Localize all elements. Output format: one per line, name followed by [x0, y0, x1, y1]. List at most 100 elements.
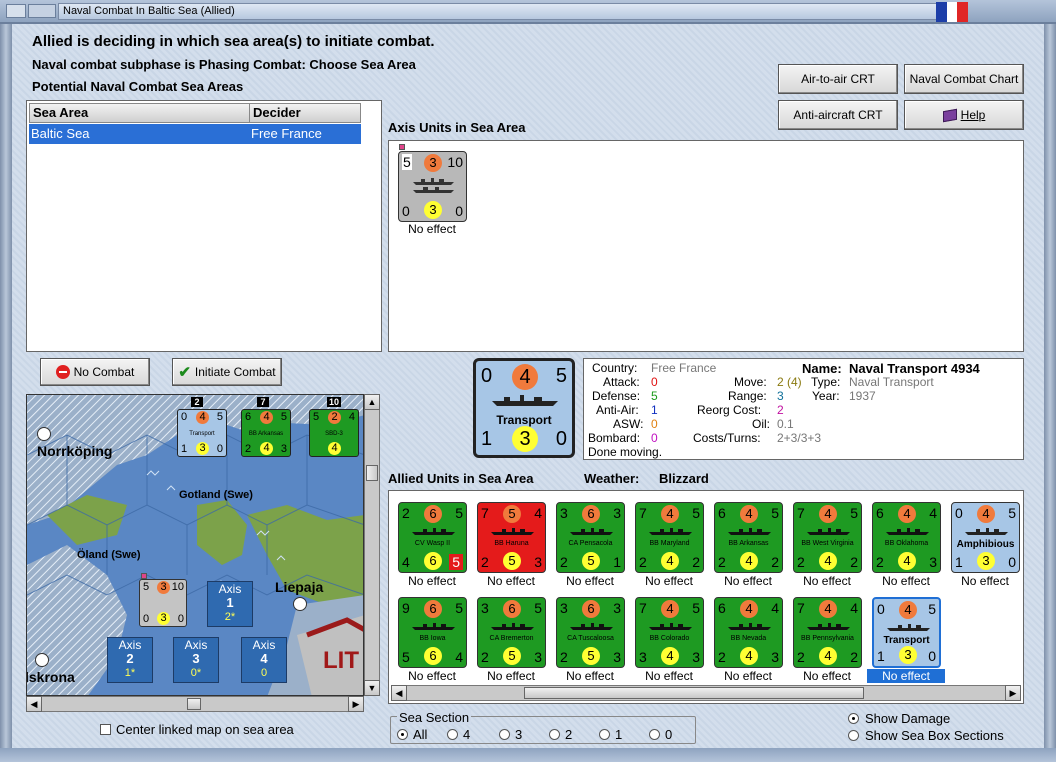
map-horizontal-scrollbar[interactable]: ◀ ▶ [26, 696, 364, 712]
show-damage-radio[interactable]: Show Damage [848, 711, 950, 726]
selected-unit-counter: 0 4 5 Transport 1 3 0 [473, 358, 575, 458]
stack-count: 10 [327, 397, 341, 407]
unit-name: CA Tuscaloosa [567, 635, 614, 642]
allied-units-scrollbar[interactable]: ◀ ▶ [391, 685, 1021, 701]
sea-section-radio-all[interactable]: All [397, 727, 427, 742]
unit-effect: No effect [803, 574, 851, 588]
allied-unit-counter[interactable]: 3 6 5 CA Bremerton 2 5 3 [477, 597, 546, 668]
defense-value: 5 [651, 389, 658, 403]
unit-effect: No effect [487, 574, 535, 588]
scroll-right-button[interactable]: ▶ [1005, 685, 1021, 701]
allied-unit-counter[interactable]: 7 4 5 BB Colorado 3 4 3 [635, 597, 704, 668]
allied-unit-counter[interactable]: 3 6 3 CA Tuscaloosa 2 5 3 [556, 597, 625, 668]
allied-unit-counter[interactable]: 6 4 4 BB Nevada 2 4 3 [714, 597, 783, 668]
allied-unit-counter[interactable]: 7 4 5 BB West Virginia 2 4 2 [793, 502, 862, 573]
allied-unit-counter[interactable]: 9 6 5 BB Iowa 5 6 4 [398, 597, 467, 668]
sea-section-radio-3[interactable]: 3 [499, 727, 522, 742]
unit-effect: No effect [803, 669, 851, 683]
bombard-value: 0 [651, 431, 658, 445]
map-unit-counter[interactable]: 6 4 5 BB Arkansas 2 4 3 [241, 409, 291, 457]
unit-effect: No effect [487, 669, 535, 683]
ship-silhouette-icon [412, 623, 455, 630]
unit-name: Amphibious [956, 539, 1015, 550]
col-header-sea-area[interactable]: Sea Area [29, 103, 251, 123]
scroll-thumb[interactable] [187, 698, 201, 710]
axis-sea-box[interactable]: Axis 4 0 [241, 637, 287, 683]
ship-silhouette-icon [887, 624, 930, 631]
place-norrkoping: Norrköping [37, 443, 113, 459]
anti-aircraft-crt-button[interactable]: Anti-aircraft CRT [778, 100, 898, 130]
weather-value: Blizzard [659, 471, 709, 486]
unit-name: BB Nevada [730, 635, 767, 642]
allied-unit-counter[interactable]: 0 4 5 Amphibious 1 3 0 [951, 502, 1020, 573]
ship-silhouette-icon [965, 528, 1008, 535]
scroll-up-button[interactable]: ▲ [364, 394, 380, 410]
allied-unit-counter[interactable]: 7 4 4 BB Pennsylvania 2 4 2 [793, 597, 862, 668]
air-to-air-crt-button[interactable]: Air-to-air CRT [778, 64, 898, 94]
unit-effect: No effect [566, 669, 614, 683]
minimize-icon[interactable] [28, 4, 56, 18]
help-button[interactable]: Help [904, 100, 1024, 130]
map-vertical-scrollbar[interactable]: ▲ ▼ [364, 394, 380, 696]
radio-icon [599, 729, 610, 740]
allied-unit-counter[interactable]: 6 4 4 BB Oklahoma 2 4 3 [872, 502, 941, 573]
map-axis-counter[interactable]: 5 3 10 0 3 0 [139, 579, 187, 627]
radio-icon [447, 729, 458, 740]
allied-unit-counter[interactable]: 7 4 5 BB Maryland 2 4 2 [635, 502, 704, 573]
type-value: Naval Transport [849, 375, 934, 389]
axis-sea-box[interactable]: Axis 3 0* [173, 637, 219, 683]
marker-icon [399, 144, 405, 150]
ship-silhouette-icon [491, 623, 534, 630]
stack-count: 2 [191, 397, 203, 407]
scroll-right-button[interactable]: ▶ [348, 696, 364, 712]
axis-units-title: Axis Units in Sea Area [388, 120, 526, 135]
system-menu-icon[interactable] [6, 4, 26, 18]
unit-effect: No effect [645, 669, 693, 683]
place-gotland: Gotland (Swe) [179, 489, 253, 501]
show-sea-box-sections-radio[interactable]: Show Sea Box Sections [848, 728, 1004, 743]
center-linked-map-checkbox[interactable]: Center linked map on sea area [100, 722, 294, 737]
unit-name: BB Arkansas [728, 540, 769, 547]
sea-section-radio-2[interactable]: 2 [549, 727, 572, 742]
axis-unit-effect: No effect [408, 222, 456, 236]
sea-section-group: Sea Section All 4 3 2 1 0 [390, 710, 696, 744]
allied-unit-counter[interactable]: 3 6 3 CA Pensacola 2 5 1 [556, 502, 625, 573]
axis-sea-box[interactable]: Axis 1 2* [207, 581, 253, 627]
axis-units-panel: 5 3 10 0 3 0 No effect [388, 140, 1024, 352]
allied-unit-counter[interactable]: 0 4 5 Transport 1 3 0 [872, 597, 941, 668]
scroll-down-button[interactable]: ▼ [364, 680, 380, 696]
no-combat-button[interactable]: No Combat [40, 358, 150, 386]
map-unit-counter[interactable]: 5 2 4 SBD-3 4 [309, 409, 359, 457]
cell-sea-area: Baltic Sea [31, 126, 90, 141]
scroll-left-button[interactable]: ◀ [26, 696, 42, 712]
sea-section-radio-4[interactable]: 4 [447, 727, 470, 742]
initiate-combat-button[interactable]: ✔ Initiate Combat [172, 358, 282, 386]
naval-combat-chart-button[interactable]: Naval Combat Chart [904, 64, 1024, 94]
allied-unit-counter[interactable]: 7 5 4 BB Haruna 2 5 3 [477, 502, 546, 573]
sea-section-radio-0[interactable]: 0 [649, 727, 672, 742]
allied-unit-counter[interactable]: 2 6 5 CV Wasp II 4 6 5 [398, 502, 467, 573]
axis-unit-counter[interactable]: 5 3 10 0 3 0 [398, 151, 467, 222]
sea-area-table: Sea Area Decider Baltic Sea Free France [26, 100, 382, 352]
place-karlskrona: lskrona [26, 669, 75, 685]
scroll-left-button[interactable]: ◀ [391, 685, 407, 701]
map-unit-counter[interactable]: 0 4 5 Transport 1 3 0 [177, 409, 227, 457]
col-header-decider[interactable]: Decider [249, 103, 361, 123]
costs-value: 2+3/3+3 [777, 431, 822, 445]
unit-effect: No effect [724, 574, 772, 588]
allied-unit-counter[interactable]: 6 4 5 BB Arkansas 2 4 2 [714, 502, 783, 573]
scroll-thumb[interactable] [366, 465, 378, 481]
sea-section-radio-1[interactable]: 1 [599, 727, 622, 742]
table-row[interactable]: Baltic Sea Free France [29, 124, 361, 144]
france-flag-icon [936, 2, 969, 22]
year-value: 1937 [849, 389, 876, 403]
title-bar: Naval Combat In Baltic Sea (Allied) [0, 0, 1056, 24]
scroll-thumb[interactable] [524, 687, 864, 699]
radio-icon [649, 729, 660, 740]
unit-name: CV Wasp II [414, 540, 451, 547]
ship-silhouette-icon [886, 528, 929, 535]
axis-sea-box[interactable]: Axis 2 1* [107, 637, 153, 683]
linked-map[interactable]: Norrköping Gotland (Swe) Öland (Swe) Lie… [26, 394, 364, 696]
move-value: 2 [777, 375, 784, 389]
radio-icon [397, 729, 408, 740]
